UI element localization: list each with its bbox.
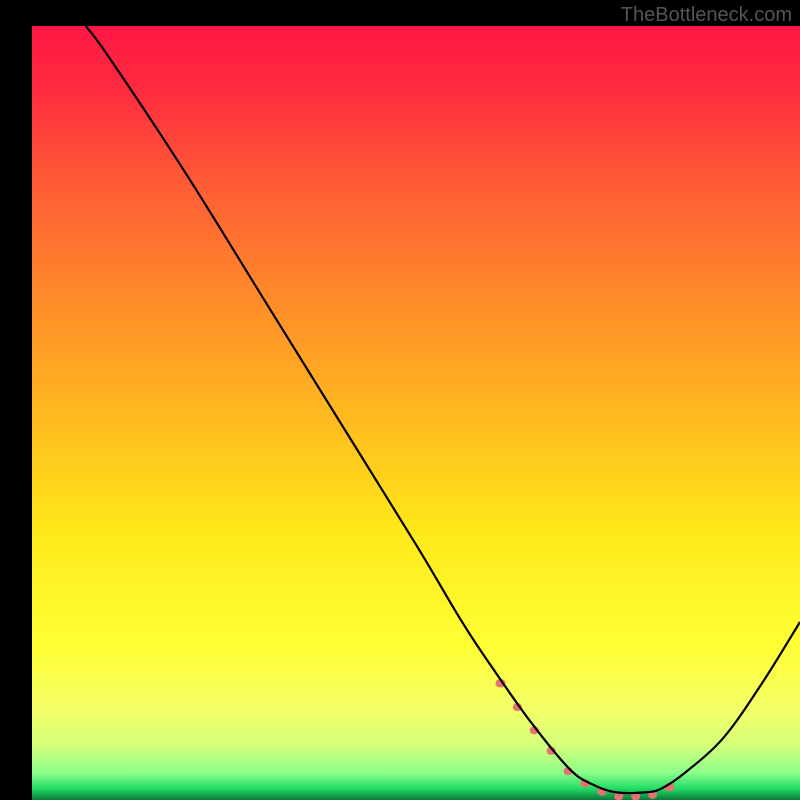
- bottleneck-chart: [0, 0, 800, 800]
- plot-area: [32, 26, 800, 800]
- watermark-text: TheBottleneck.com: [621, 4, 792, 27]
